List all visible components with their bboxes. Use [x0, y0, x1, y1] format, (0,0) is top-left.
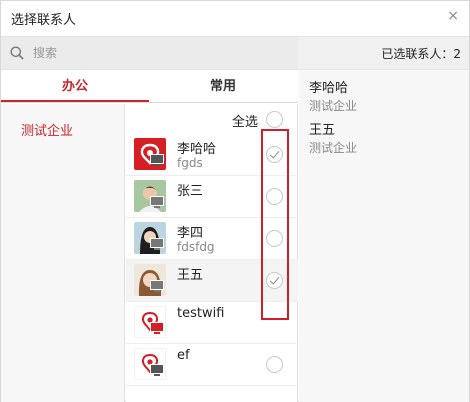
contact-name: 张三 — [177, 184, 204, 199]
contact-checkbox[interactable] — [266, 356, 283, 373]
org-list: 测试企业 — [1, 104, 125, 402]
select-all-checkbox[interactable] — [266, 111, 283, 128]
device-status-icon — [150, 154, 164, 166]
contact-row[interactable]: ef — [126, 344, 298, 386]
device-status-icon — [150, 196, 164, 208]
highlight-annotation — [261, 129, 289, 320]
select-all-label: 全选 — [232, 115, 259, 130]
search-row: 已选联系人：2 — [1, 36, 469, 70]
select-contacts-dialog: 选择联系人 × 已选联系人：2 办公 常用 测试企业 全选 — [0, 0, 470, 402]
device-status-icon — [150, 322, 164, 334]
contact-sub: fgds — [177, 156, 203, 170]
search-box[interactable] — [1, 37, 298, 69]
selected-org: 测试企业 — [309, 141, 358, 155]
selected-item[interactable]: 李哈哈 测试企业 — [309, 77, 357, 114]
device-status-icon — [150, 238, 164, 250]
tab-common[interactable]: 常用 — [149, 71, 297, 102]
contact-sub: fdsfdg — [177, 240, 215, 254]
tab-bar: 办公 常用 — [1, 71, 298, 103]
device-status-icon — [150, 364, 164, 376]
selected-count: 已选联系人：2 — [381, 47, 461, 61]
close-icon[interactable]: × — [447, 8, 459, 24]
selected-list: 李哈哈 测试企业 王五 测试企业 — [299, 71, 469, 402]
selected-name: 李哈哈 — [309, 81, 349, 96]
contact-name: 王五 — [177, 268, 204, 283]
dialog-title: 选择联系人 — [11, 13, 77, 28]
tab-office[interactable]: 办公 — [1, 71, 149, 102]
selected-item[interactable]: 王五 测试企业 — [309, 119, 357, 156]
org-item[interactable]: 测试企业 — [21, 120, 73, 139]
title-bar: 选择联系人 × — [1, 1, 469, 35]
device-status-icon — [150, 280, 164, 292]
search-input[interactable] — [33, 44, 283, 62]
contact-name: 李哈哈 — [177, 142, 217, 157]
contact-name: 李四 — [177, 226, 204, 241]
selected-name: 王五 — [309, 123, 336, 138]
contact-name: testwifi — [177, 306, 225, 321]
selected-org: 测试企业 — [309, 99, 358, 113]
contact-name: ef — [177, 348, 190, 363]
search-icon — [10, 46, 24, 60]
